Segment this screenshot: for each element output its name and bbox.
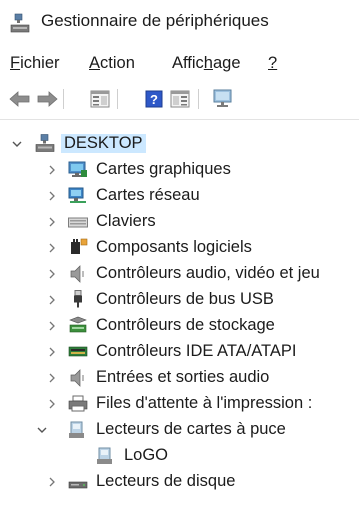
toolbar-separator xyxy=(198,89,199,109)
tree-item-label: LoGO xyxy=(124,446,169,464)
toolbar-separator xyxy=(63,89,64,109)
chevron-right-icon[interactable] xyxy=(45,475,59,489)
printer-icon xyxy=(68,395,88,412)
tree-item-label: Lecteurs de cartes à puce xyxy=(96,420,286,438)
tree-item-label: Cartes graphiques xyxy=(96,160,231,178)
title-bar: Gestionnaire de périphériques xyxy=(0,0,359,46)
chevron-right-icon[interactable] xyxy=(45,241,59,255)
tree-item-controleurs-audio[interactable]: Contrôleurs audio, vidéo et jeu xyxy=(0,261,359,287)
tree-item-logo[interactable]: LoGO xyxy=(0,443,359,469)
menu-action[interactable]: Action xyxy=(89,54,135,73)
chevron-right-icon[interactable] xyxy=(45,293,59,307)
chevron-right-icon[interactable] xyxy=(45,345,59,359)
help-icon: ? xyxy=(145,90,163,108)
menu-file[interactable]: Fichier xyxy=(10,54,60,73)
storage-controller-icon xyxy=(69,316,87,333)
tree-item-label: Contrôleurs de stockage xyxy=(96,316,275,334)
scan-hardware-button[interactable] xyxy=(211,87,235,111)
keyboard-icon xyxy=(68,217,88,228)
display-adapter-icon xyxy=(68,161,87,177)
menu-action-rest: ction xyxy=(100,54,135,72)
network-adapter-icon xyxy=(68,187,86,203)
svg-text:?: ? xyxy=(150,92,158,107)
speaker-icon xyxy=(70,369,84,387)
tree-item-label: Contrôleurs de bus USB xyxy=(96,290,274,308)
help-button[interactable]: ? xyxy=(142,87,166,111)
smart-card-reader-icon xyxy=(69,421,84,438)
chevron-down-icon[interactable] xyxy=(10,137,24,151)
show-hidden-button[interactable] xyxy=(168,87,192,111)
chevron-right-icon[interactable] xyxy=(45,371,59,385)
tree-item-controleurs-stockage[interactable]: Contrôleurs de stockage xyxy=(0,313,359,339)
menu-view-mnemonic: h xyxy=(203,54,213,72)
disk-drive-icon xyxy=(68,481,88,489)
computer-icon xyxy=(35,134,55,152)
tree-item-controleurs-ide[interactable]: Contrôleurs IDE ATA/ATAPI xyxy=(0,339,359,365)
tree-item-cartes-graphiques[interactable]: Cartes graphiques xyxy=(0,157,359,183)
menu-action-mnemonic: A xyxy=(89,54,101,72)
menu-view[interactable]: Affichage xyxy=(172,54,241,73)
smart-card-reader-icon xyxy=(97,447,112,464)
tree-item-label: Lecteurs de disque xyxy=(96,472,236,490)
menu-view-before: Affic xyxy=(172,54,204,72)
tree-item-composants-logiciels[interactable]: Composants logiciels xyxy=(0,235,359,261)
chevron-right-icon[interactable] xyxy=(45,163,59,177)
forward-button[interactable] xyxy=(35,87,59,111)
chevron-right-icon[interactable] xyxy=(45,267,59,281)
show-hidden-icon xyxy=(170,90,190,108)
menu-file-mnemonic: F xyxy=(10,54,21,72)
tree-item-label: Claviers xyxy=(96,212,156,230)
window-title: Gestionnaire de périphériques xyxy=(41,11,269,30)
tree-item-files-attente-impression[interactable]: Files d'attente à l'impression : xyxy=(0,391,359,417)
menu-help[interactable]: ? xyxy=(268,54,277,73)
tree-item-label: Contrôleurs IDE ATA/ATAPI xyxy=(96,342,297,360)
chevron-down-icon[interactable] xyxy=(35,423,49,437)
chevron-right-icon[interactable] xyxy=(45,215,59,229)
monitor-icon xyxy=(213,89,232,107)
tree-root-desktop[interactable]: DESKTOP xyxy=(0,131,359,157)
forward-arrow-icon xyxy=(37,91,58,107)
tree-item-entrees-sorties-audio[interactable]: Entrées et sorties audio xyxy=(0,365,359,391)
tree-item-label: Files d'attente à l'impression : xyxy=(96,394,313,412)
toolbar: ? xyxy=(0,86,359,112)
usb-plug-icon xyxy=(74,290,82,308)
tree-item-lecteurs-disque[interactable]: Lecteurs de disque xyxy=(0,469,359,495)
chevron-right-icon[interactable] xyxy=(45,319,59,333)
tree-root-label: DESKTOP xyxy=(61,134,146,153)
tree-item-label: Cartes réseau xyxy=(96,186,200,204)
toolbar-divider xyxy=(0,119,359,120)
device-manager-icon xyxy=(10,13,30,33)
tree-item-label: Entrées et sorties audio xyxy=(96,368,270,386)
tree-item-controleurs-usb[interactable]: Contrôleurs de bus USB xyxy=(0,287,359,313)
chevron-right-icon[interactable] xyxy=(45,397,59,411)
properties-icon xyxy=(90,90,110,108)
tree-item-claviers[interactable]: Claviers xyxy=(0,209,359,235)
menu-bar: Fichier Action Affichage ? xyxy=(0,50,359,76)
tree-item-lecteurs-cartes-puce[interactable]: Lecteurs de cartes à puce xyxy=(0,417,359,443)
ide-controller-icon xyxy=(68,346,88,357)
tree-item-label: Contrôleurs audio, vidéo et jeu xyxy=(96,264,320,282)
menu-view-after: age xyxy=(212,54,241,72)
back-arrow-icon xyxy=(9,91,30,107)
back-button[interactable] xyxy=(8,87,32,111)
chevron-right-icon[interactable] xyxy=(45,189,59,203)
speaker-icon xyxy=(70,265,84,283)
tree-item-label: Composants logiciels xyxy=(96,238,252,256)
properties-button[interactable] xyxy=(88,87,112,111)
software-component-icon xyxy=(71,238,88,254)
toolbar-separator xyxy=(117,89,118,109)
menu-file-rest: ichier xyxy=(20,54,60,72)
tree-item-cartes-reseau[interactable]: Cartes réseau xyxy=(0,183,359,209)
